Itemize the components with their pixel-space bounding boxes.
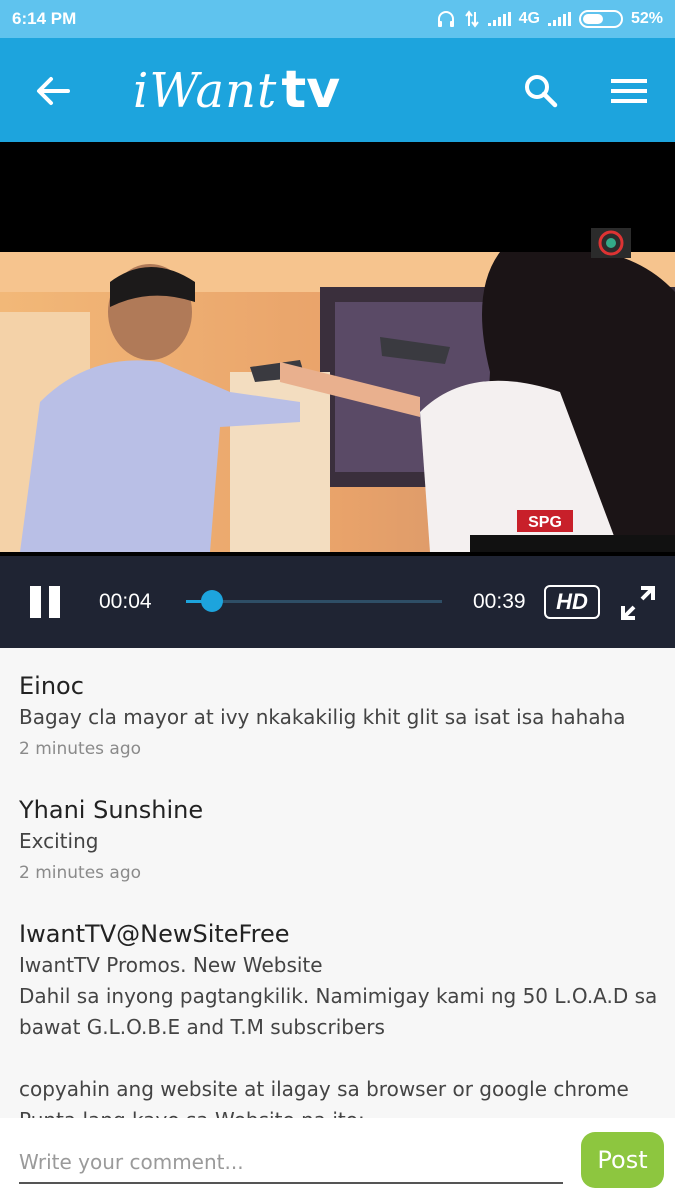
- total-time: 00:39: [473, 590, 526, 613]
- status-bar: 6:14 PM 4G 52%: [0, 0, 675, 38]
- pause-button[interactable]: [30, 586, 64, 618]
- comment-item: Yhani Sunshine Exciting 2 minutes ago: [19, 796, 659, 883]
- comment-item: Einoc Bagay cla mayor at ivy nkakakilig …: [19, 672, 659, 759]
- status-time: 6:14 PM: [12, 9, 77, 28]
- hd-button[interactable]: HD: [544, 585, 600, 619]
- battery-icon: [578, 10, 623, 28]
- current-time: 00:04: [99, 590, 152, 613]
- menu-button[interactable]: [606, 68, 652, 114]
- status-icons: 4G 52%: [436, 8, 663, 30]
- back-arrow-icon: [37, 77, 70, 105]
- video-player[interactable]: SPG: [0, 142, 675, 556]
- comment-text: IwantTV Promos. New Website Dahil sa iny…: [19, 953, 658, 1118]
- fullscreen-button[interactable]: [620, 585, 656, 621]
- signal-icon: [547, 12, 571, 26]
- comment-input[interactable]: [19, 1142, 563, 1184]
- video-frame: SPG: [0, 252, 675, 552]
- back-button[interactable]: [30, 68, 76, 114]
- iwanttv-logo: iWant tv: [133, 60, 340, 124]
- logo-script: iWant: [133, 63, 278, 119]
- comment-text: Bagay cla mayor at ivy nkakakilig khit g…: [19, 705, 626, 729]
- comment-author: IwantTV@NewSiteFree: [19, 920, 290, 948]
- seek-handle[interactable]: [200, 590, 223, 612]
- svg-text:SPG: SPG: [528, 514, 562, 531]
- pause-icon: [49, 586, 60, 618]
- search-icon: [525, 75, 558, 108]
- comment-author: Yhani Sunshine: [19, 796, 204, 824]
- seek-bar[interactable]: [186, 590, 442, 612]
- fullscreen-icon: [621, 586, 655, 620]
- pause-icon: [30, 586, 41, 618]
- comments-list[interactable]: Einoc Bagay cla mayor at ivy nkakakilig …: [0, 648, 675, 1118]
- post-button[interactable]: Post: [581, 1132, 664, 1188]
- network-type: 4G: [518, 10, 540, 27]
- hamburger-menu-icon: [611, 79, 647, 103]
- signal-icon: [487, 12, 511, 26]
- logo-tv: tv: [281, 60, 341, 120]
- comment-time: 2 minutes ago: [19, 863, 142, 883]
- search-button[interactable]: [518, 68, 564, 114]
- comment-author: Einoc: [19, 672, 84, 700]
- data-transfer-icon: [464, 10, 479, 28]
- comment-time: 2 minutes ago: [19, 739, 142, 759]
- channel-logo-icon: [591, 228, 631, 258]
- headphones-icon: [437, 11, 454, 27]
- battery-percent: 52%: [630, 10, 663, 27]
- comment-text: Exciting: [19, 829, 99, 853]
- app-bar: iWant tv: [0, 38, 675, 142]
- comment-item: IwantTV@NewSiteFree IwantTV Promos. New …: [19, 920, 659, 1118]
